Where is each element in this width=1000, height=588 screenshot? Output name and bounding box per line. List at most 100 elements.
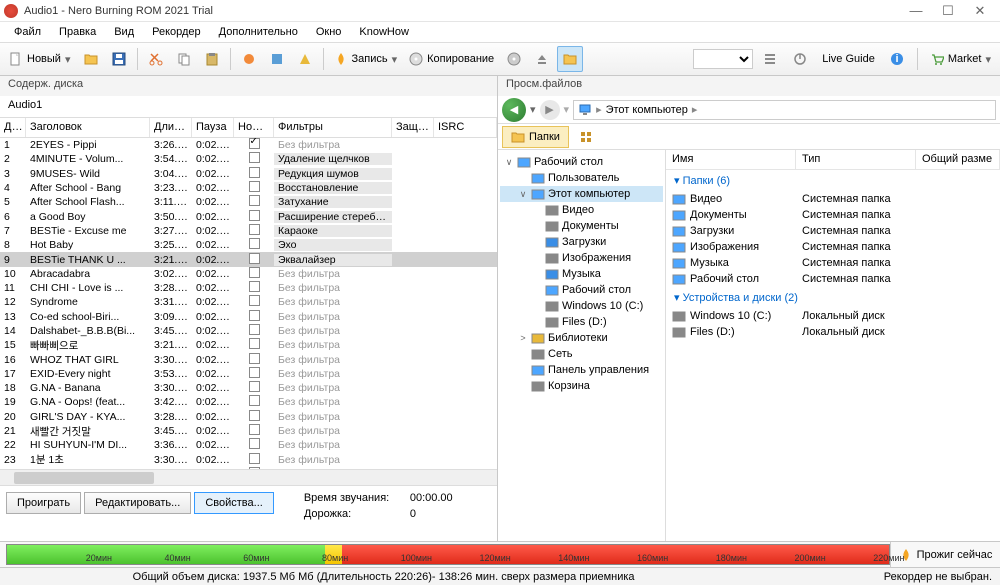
checkbox-icon[interactable] <box>249 367 260 378</box>
track-row[interactable]: 18G.NA - Banana3:30.050:02.00Без фильтра <box>0 381 497 395</box>
file-row[interactable]: Files (D:)Локальный диск <box>666 324 1000 340</box>
track-row[interactable]: 12EYES - Pippi3:26.410:02.00Без фильтра <box>0 138 497 152</box>
breadcrumb-current[interactable]: Этот компьютер <box>606 104 688 116</box>
copy-button[interactable] <box>171 46 197 72</box>
filter-cell[interactable]: Без фильтра <box>274 439 392 451</box>
checkbox-icon[interactable] <box>249 181 260 192</box>
track-normalize[interactable] <box>234 410 274 424</box>
menu-файл[interactable]: Файл <box>6 24 49 40</box>
filter-cell[interactable]: Без фильтра <box>274 339 392 351</box>
col-normalize[interactable]: Норма... <box>234 118 274 137</box>
track-normalize[interactable] <box>234 324 274 338</box>
breadcrumb[interactable]: ▸ Этот компьютер ▸ <box>573 100 996 120</box>
track-normalize[interactable] <box>234 438 274 452</box>
tool2-button[interactable] <box>264 46 290 72</box>
close-button[interactable]: ✕ <box>964 3 996 19</box>
col-file-type[interactable]: Тип <box>796 150 916 169</box>
track-row[interactable]: 22HI SUHYUN-I'M DI...3:36.590:02.00Без ф… <box>0 438 497 452</box>
track-row[interactable]: 15빠빠삐으로3:21.570:02.00Без фильтра <box>0 338 497 352</box>
tree-item[interactable]: Корзина <box>500 378 663 394</box>
horizontal-scrollbar[interactable] <box>0 469 497 485</box>
browser-toggle-button[interactable] <box>557 46 583 72</box>
col-title[interactable]: Заголовок <box>26 118 150 137</box>
list-view-button[interactable] <box>757 46 783 72</box>
track-row[interactable]: 19G.NA - Oops! (feat...3:42.340:02.00Без… <box>0 395 497 409</box>
open-button[interactable] <box>78 46 104 72</box>
track-normalize[interactable] <box>234 310 274 324</box>
menu-окно[interactable]: Окно <box>308 24 350 40</box>
track-normalize[interactable] <box>234 138 274 152</box>
menu-knowhow[interactable]: KnowHow <box>351 24 417 40</box>
folder-tree[interactable]: ∨Рабочий столПользователь∨Этот компьютер… <box>498 150 666 541</box>
track-row[interactable]: 8Hot Baby3:25.330:02.00Эхо <box>0 238 497 252</box>
filter-cell[interactable]: Без фильтра <box>274 411 392 423</box>
track-row[interactable]: 16WHOZ THAT GIRL3:30.030:02.00Без фильтр… <box>0 352 497 366</box>
filter-cell[interactable]: Без фильтра <box>274 311 392 323</box>
track-row[interactable]: 13Co-ed school-Biri...3:09.540:02.00Без … <box>0 310 497 324</box>
burn-button[interactable]: Запись ▾ <box>329 46 403 72</box>
tree-item[interactable]: Files (D:) <box>500 314 663 330</box>
checkbox-icon[interactable] <box>249 295 260 306</box>
tree-item[interactable]: ∨Рабочий стол <box>500 154 663 170</box>
track-normalize[interactable] <box>234 167 274 181</box>
checkbox-icon[interactable] <box>249 195 260 206</box>
file-row[interactable]: МузыкаСистемная папка <box>666 255 1000 271</box>
track-normalize[interactable] <box>234 353 274 367</box>
liveguide-button[interactable]: Live Guide <box>817 46 880 72</box>
checkbox-icon[interactable] <box>249 138 260 149</box>
filter-cell[interactable]: Без фильтра <box>274 454 392 466</box>
new-button[interactable]: Новый ▾ <box>4 46 76 72</box>
filter-cell[interactable]: Без фильтра <box>274 382 392 394</box>
filter-cell[interactable]: Караоке <box>274 225 392 237</box>
tree-item[interactable]: Документы <box>500 218 663 234</box>
eject-button[interactable] <box>529 46 555 72</box>
track-row[interactable]: 17EXID-Every night3:53.030:02.00Без филь… <box>0 367 497 381</box>
file-row[interactable]: ЗагрузкиСистемная папка <box>666 223 1000 239</box>
recorder-combo[interactable] <box>693 49 753 69</box>
folders-toggle-button[interactable]: Папки <box>502 126 569 148</box>
track-normalize[interactable] <box>234 338 274 352</box>
minimize-button[interactable]: — <box>900 3 932 18</box>
track-normalize[interactable] <box>234 224 274 238</box>
tree-item[interactable]: Видео <box>500 202 663 218</box>
tree-item[interactable]: Рабочий стол <box>500 282 663 298</box>
tree-item[interactable]: Windows 10 (C:) <box>500 298 663 314</box>
checkbox-icon[interactable] <box>249 167 260 178</box>
properties-button[interactable]: Свойства... <box>194 492 273 514</box>
col-length[interactable]: Длите... <box>150 118 192 137</box>
track-normalize[interactable] <box>234 253 274 267</box>
disc-name[interactable]: Audio1 <box>0 96 497 118</box>
market-button[interactable]: Market ▾ <box>925 46 996 72</box>
filter-cell[interactable]: Удаление щелчков <box>274 153 392 165</box>
track-normalize[interactable] <box>234 210 274 224</box>
track-row[interactable]: 10Abracadabra3:02.170:02.00Без фильтра <box>0 267 497 281</box>
tree-item[interactable]: Сеть <box>500 346 663 362</box>
col-filter[interactable]: Фильтры <box>274 118 392 137</box>
track-row[interactable]: 5After School Flash...3:11.480:02.00Зату… <box>0 195 497 209</box>
filter-cell[interactable]: Без фильтра <box>274 282 392 294</box>
track-normalize[interactable] <box>234 152 274 166</box>
col-number[interactable]: До... <box>0 118 26 137</box>
track-normalize[interactable] <box>234 195 274 209</box>
checkbox-icon[interactable] <box>249 453 260 464</box>
file-row[interactable]: Рабочий столСистемная папка <box>666 271 1000 287</box>
nav-back-button[interactable]: ◀ <box>502 98 526 122</box>
timeline-track[interactable]: 20мин40мин60мин80мин100мин120мин140мин16… <box>6 544 890 565</box>
col-pause[interactable]: Пауза <box>192 118 234 137</box>
filter-cell[interactable]: Без фильтра <box>274 368 392 380</box>
expand-icon[interactable]: ∨ <box>504 157 514 168</box>
view-mode-button[interactable] <box>573 124 599 150</box>
checkbox-icon[interactable] <box>249 410 260 421</box>
nav-forward-button[interactable]: ▶ <box>540 100 560 120</box>
checkbox-icon[interactable] <box>249 338 260 349</box>
track-row[interactable]: 231분 1초3:30.290:02.00Без фильтра <box>0 453 497 467</box>
col-file-name[interactable]: Имя <box>666 150 796 169</box>
track-row[interactable]: 20GIRL'S DAY - KYA...3:28.490:02.00Без ф… <box>0 410 497 424</box>
checkbox-icon[interactable] <box>249 152 260 163</box>
expand-icon[interactable]: ∨ <box>518 189 528 200</box>
track-normalize[interactable] <box>234 267 274 281</box>
menu-дополнительно[interactable]: Дополнительно <box>211 24 306 40</box>
track-normalize[interactable] <box>234 281 274 295</box>
checkbox-icon[interactable] <box>249 381 260 392</box>
track-normalize[interactable] <box>234 395 274 409</box>
